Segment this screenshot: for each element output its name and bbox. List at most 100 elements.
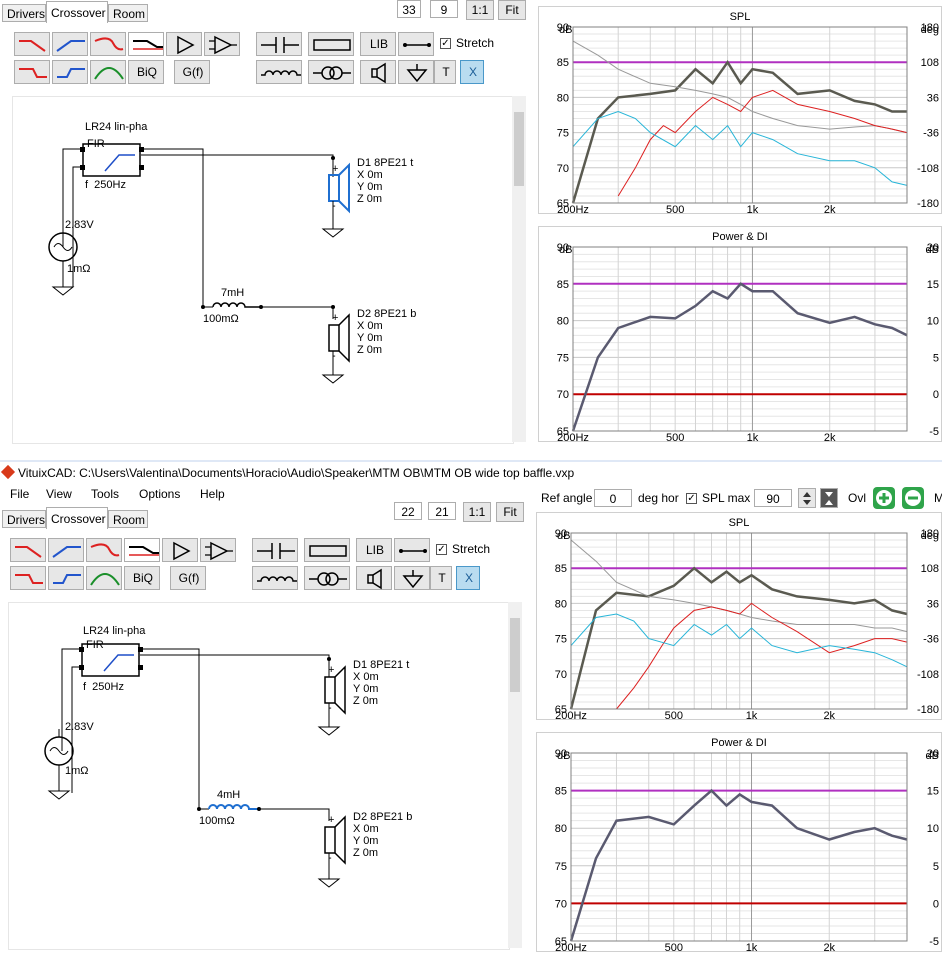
schematic-scrollbar[interactable]: [508, 602, 522, 948]
zoom-b-field[interactable]: 21: [428, 502, 456, 520]
text-button[interactable]: T: [430, 566, 452, 590]
driver2-y: Y 0m: [353, 835, 379, 847]
library-label: LIB: [365, 543, 384, 557]
summing-amp-button[interactable]: [204, 32, 240, 56]
shelf-icon: [133, 40, 163, 50]
resistor-button[interactable]: [308, 32, 354, 56]
menu-help[interactable]: Help: [200, 484, 225, 504]
shelf-button[interactable]: [128, 32, 164, 56]
stretch-checkbox[interactable]: ✓: [440, 38, 451, 49]
ground-button[interactable]: [394, 566, 430, 590]
driver-button[interactable]: [356, 566, 392, 590]
wire-button[interactable]: [394, 538, 430, 562]
schematic-canvas[interactable]: + - + - LR24 lin-pha FIR f 250Hz 2.83V 1mΩ…: [12, 96, 514, 444]
zoom-in-button[interactable]: [873, 487, 895, 509]
ref-angle-field[interactable]: 0: [594, 489, 632, 507]
bandpass-button[interactable]: [86, 566, 122, 590]
y2-tick-label: 108: [921, 563, 939, 575]
transformer-button[interactable]: [304, 566, 350, 590]
spl-max-field[interactable]: 90: [754, 489, 792, 507]
schematic-canvas[interactable]: + - + - LR24 lin-pha FIR f 250Hz 2.83V 1mΩ…: [8, 602, 510, 950]
gain-function-button[interactable]: G(f): [174, 60, 210, 84]
inductor-value[interactable]: 4mH: [217, 789, 240, 801]
highpass-blue-button[interactable]: [48, 538, 84, 562]
biquad-button[interactable]: BiQ: [128, 60, 164, 84]
lowpass-step-button[interactable]: [10, 566, 46, 590]
driver1-name: D1 8PE21 t: [357, 157, 414, 169]
tab-drivers[interactable]: Drivers: [2, 510, 46, 528]
menu-options[interactable]: Options: [139, 484, 180, 504]
scrollbar-thumb[interactable]: [510, 618, 520, 692]
stretch-checkbox[interactable]: ✓: [436, 544, 447, 555]
spl-max-checkbox[interactable]: ✓: [686, 493, 697, 504]
highpass-step-button[interactable]: [52, 60, 88, 84]
resistor-button[interactable]: [304, 538, 350, 562]
menu-view[interactable]: View: [46, 484, 72, 504]
capacitor-button[interactable]: [256, 32, 302, 56]
text-button[interactable]: T: [434, 60, 456, 84]
menu-tools[interactable]: Tools: [91, 484, 119, 504]
spin-max-button[interactable]: [820, 488, 838, 508]
bandstop-red-button[interactable]: [90, 32, 126, 56]
zoom-out-button[interactable]: [902, 487, 924, 509]
tab-room[interactable]: Room: [108, 510, 148, 528]
fit-button[interactable]: Fit: [498, 0, 526, 20]
shelf-button[interactable]: [124, 538, 160, 562]
x-tick-label: 500: [665, 942, 683, 951]
amplifier-button[interactable]: [166, 32, 202, 56]
biquad-button[interactable]: BiQ: [124, 566, 160, 590]
tab-room[interactable]: Room: [108, 4, 148, 22]
y2-tick-label: 180: [921, 528, 939, 540]
amplifier-icon: [173, 541, 191, 561]
plot-frame: [572, 26, 908, 204]
lowpass-red-button[interactable]: [10, 538, 46, 562]
x-tick-label: 200Hz: [555, 710, 587, 719]
spin-up-button[interactable]: [798, 488, 816, 508]
driver1-x: X 0m: [353, 671, 379, 683]
highpass-blue-button[interactable]: [52, 32, 88, 56]
one-to-one-button[interactable]: 1:1: [463, 502, 491, 522]
bandstop-red-button[interactable]: [86, 538, 122, 562]
highpass-step-button[interactable]: [48, 566, 84, 590]
tab-drivers[interactable]: Drivers: [2, 4, 46, 22]
zoom-a-field[interactable]: 33: [397, 0, 421, 18]
y2-tick-label: 10: [927, 823, 939, 835]
speaker-icon: [367, 568, 382, 590]
driver1-y: Y 0m: [357, 181, 383, 193]
svg-text:+: +: [328, 814, 334, 826]
driver1-z: Z 0m: [353, 695, 379, 707]
one-to-one-button[interactable]: 1:1: [466, 0, 494, 20]
ground-button[interactable]: [398, 60, 434, 84]
y2-tick-label: 5: [933, 352, 939, 364]
gain-function-label: G(f): [182, 65, 204, 79]
menu-file[interactable]: File: [10, 484, 29, 504]
lowpass-red-button[interactable]: [14, 32, 50, 56]
library-button[interactable]: LIB: [356, 538, 392, 562]
tab-crossover[interactable]: Crossover: [46, 1, 108, 23]
inductor-value[interactable]: 7mH: [221, 287, 244, 299]
library-button[interactable]: LIB: [360, 32, 396, 56]
inductor-button[interactable]: [252, 566, 298, 590]
tab-crossover[interactable]: Crossover: [46, 507, 108, 529]
inductor-button[interactable]: [256, 60, 302, 84]
plot-frame: [570, 752, 908, 942]
driver2-z: Z 0m: [353, 847, 379, 859]
inductor-icon: [261, 70, 301, 76]
schematic-scrollbar[interactable]: [512, 96, 526, 442]
fit-button[interactable]: Fit: [496, 502, 524, 522]
bandpass-button[interactable]: [90, 60, 126, 84]
delete-button[interactable]: X: [456, 566, 480, 590]
scrollbar-thumb[interactable]: [514, 112, 524, 186]
lowpass-step-button[interactable]: [14, 60, 50, 84]
driver-button[interactable]: [360, 60, 396, 84]
wire-button[interactable]: [398, 32, 434, 56]
summing-amp-button[interactable]: [200, 538, 236, 562]
zoom-b-field[interactable]: 9: [430, 0, 458, 18]
amplifier-button[interactable]: [162, 538, 198, 562]
capacitor-button[interactable]: [252, 538, 298, 562]
delete-button[interactable]: X: [460, 60, 484, 84]
zoom-a-field[interactable]: 22: [394, 502, 422, 520]
gain-function-button[interactable]: G(f): [170, 566, 206, 590]
highpass-icon: [56, 40, 85, 52]
transformer-button[interactable]: [308, 60, 354, 84]
